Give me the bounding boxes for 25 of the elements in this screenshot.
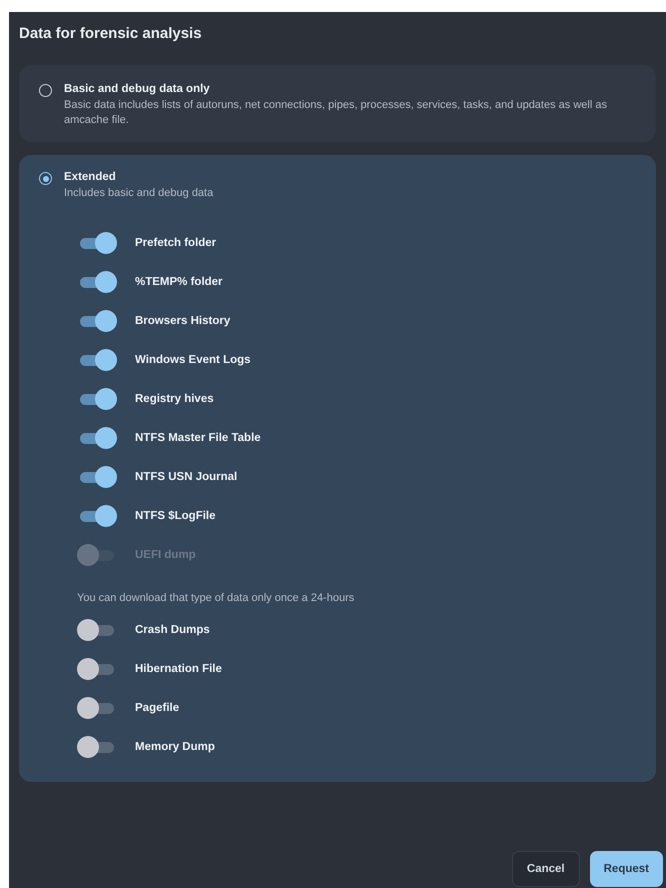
toggle-label: Prefetch folder [135,236,216,248]
option-description: Includes basic and debug data [64,186,214,201]
limit-note: You can download that type of data only once a 24-hours [77,591,356,606]
toggle-label: NTFS Master File Table [135,432,261,444]
toggle-label: %TEMP% folder [135,276,223,288]
toggle-label: Pagefile [135,702,180,714]
toggle-label: Windows Event Logs [135,354,251,366]
toggle-label: NTFS USN Journal [135,470,238,482]
option-card[interactable] [19,155,656,782]
request-button[interactable]: Request [590,851,663,887]
toggle-label: Memory Dump [135,740,215,752]
dialog-title: Data for forensic analysis [19,24,203,44]
radio-button[interactable] [39,84,52,97]
toggle-label: NTFS $LogFile [135,510,216,522]
toggle-label: Browsers History [135,314,230,326]
radio-button[interactable] [39,172,52,185]
option-description: Basic data includes lists of autoruns, net connections, pipes, processes, services, tasks, and updates as well as amcache file. [64,98,608,128]
option-label: Basic and debug data only [64,83,211,95]
option-card[interactable]: Basic and debug data only Basic data includes lists of autoruns, net connections, pipes, processes, services, tasks, and updates as well as amcache file. [19,65,656,142]
option-label: Extended [64,171,117,183]
toggle-label: Registry hives [135,392,214,404]
toggle-label: Hibernation File [135,662,222,674]
cancel-button[interactable]: Cancel [512,851,580,887]
toggle-label: UEFI dump [135,548,196,560]
toggle-label: Crash Dumps [135,624,210,636]
